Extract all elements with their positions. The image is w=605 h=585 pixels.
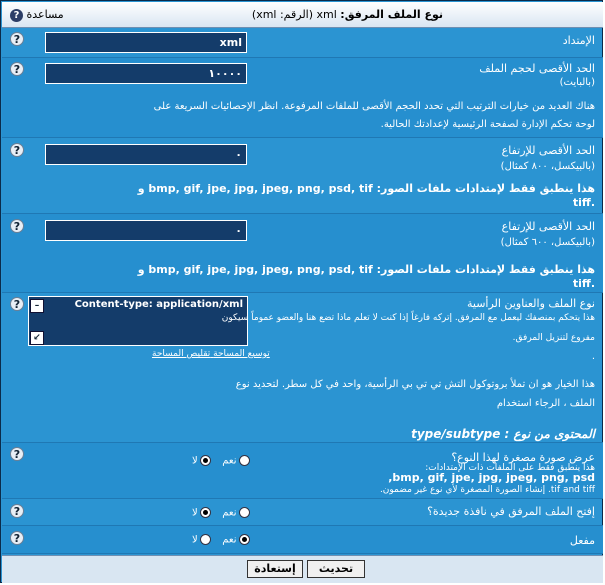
scroll-up-icon[interactable]: – [30, 299, 44, 313]
row-enabled: ? نعم لا مفعل [2, 526, 603, 554]
window-titlebar: نوع الملف المرفق: xml (الرقم: xml) مساعد… [2, 2, 603, 28]
thumbnail-yes-label: نعم [222, 455, 237, 467]
help-icon[interactable]: ? [10, 143, 24, 157]
help-icon[interactable]: ? [10, 297, 24, 311]
resize-icon[interactable]: ↙ [30, 331, 44, 345]
newwindow-no-label: لا [192, 507, 198, 519]
thumbnail-yes-radio[interactable] [238, 455, 250, 466]
thumbnail-radios: نعم لا [192, 455, 252, 467]
max-width-input[interactable]: ٠ [45, 144, 247, 165]
newwindow-yes-radio[interactable] [238, 507, 250, 518]
title-bold: نوع الملف المرفق: [340, 8, 443, 21]
max-height-desc-1: هذا ينطبق فقط لإمتدادات ملفات الصور: bmp… [137, 263, 595, 276]
row-extension: ? xml الإمتداد [2, 28, 603, 58]
enabled-no-label: لا [192, 534, 198, 546]
enabled-yes-label: نعم [222, 534, 237, 546]
max-height-label: الحد الأقصى للإرتفاع [501, 220, 595, 233]
max-width-desc-2: .tiff [572, 196, 595, 209]
extension-input[interactable]: xml [45, 32, 247, 53]
row-mime: ? Content-type: application/xml – ↙ توسي… [2, 293, 603, 443]
mime-value: Content-type: application/xml [74, 299, 243, 310]
help-link[interactable]: مساعدة ? [10, 8, 64, 22]
mime-textarea[interactable]: Content-type: application/xml – ↙ [28, 296, 248, 346]
help-icon[interactable]: ? [10, 447, 24, 461]
max-size-label: الحد الأقصى لحجم الملف [479, 62, 595, 75]
attachment-type-form: نوع الملف المرفق: xml (الرقم: xml) مساعد… [0, 0, 603, 583]
extension-label: الإمتداد [562, 34, 595, 47]
help-icon[interactable]: ? [10, 219, 24, 233]
title-rest: xml (الرقم: xml) [251, 8, 337, 21]
window-title: نوع الملف المرفق: xml (الرقم: xml) [252, 8, 443, 21]
mime-line-1: هذا يتحكم بمنصفك ليعمل مع المرفق. إتركه … [221, 313, 595, 323]
help-icon: ? [10, 8, 23, 22]
newwindow-label: إفتح الملف المرفق في نافذة جديدة؟ [427, 505, 595, 518]
mime-desc-2: الملف ، الرجاء استخدام [496, 398, 595, 409]
form-footer: تحديث إستعادة [2, 555, 603, 583]
row-max-width: ? ٠ الحد الأقصى للإرتفاع (بالبيكسل، ٨٠٠ … [2, 138, 603, 214]
newwindow-yes-label: نعم [222, 507, 237, 519]
thumbnail-no-label: لا [192, 455, 198, 467]
help-icon[interactable]: ? [10, 504, 24, 518]
row-max-size: ? ١٠٠٠٠ الحد الأقصى لحجم الملف (بالبايت)… [2, 58, 603, 138]
max-height-desc-2: .tiff [572, 277, 595, 290]
max-size-sub: (بالبايت) [559, 77, 595, 88]
mime-section-title: المحتوى من نوع : type/subtype [411, 427, 595, 441]
newwindow-no-radio[interactable] [199, 507, 211, 518]
help-label: مساعدة [26, 8, 64, 21]
mime-line-2: مفروع لتنزيل المرفق. [512, 333, 595, 343]
reset-button[interactable]: إستعادة [247, 560, 303, 578]
row-max-height: ? ٠ الحد الأقصى للإرتفاع (بالبيكسل، ٦٠٠ … [2, 214, 603, 293]
help-icon[interactable]: ? [10, 62, 24, 76]
expand-area-link[interactable]: توسيع المساحة [213, 349, 270, 359]
newwindow-radios: نعم لا [192, 507, 252, 519]
help-icon[interactable]: ? [10, 531, 24, 545]
max-height-input[interactable]: ٠ [45, 220, 247, 241]
textarea-size-links: توسيع المساحة تقليص المساحة [152, 349, 270, 359]
update-button[interactable]: تحديث [307, 560, 365, 578]
max-size-desc-2: لوحة تحكم الإدارة لصفحة الرئيسية لإعدادت… [380, 119, 595, 130]
mime-line-3: . [591, 351, 595, 362]
enabled-radios: نعم لا [192, 534, 252, 546]
max-width-label: الحد الأقصى للإرتفاع [501, 144, 595, 157]
thumbnail-desc-3: tif and tiff. إنشاء الصورة المصغرة لأي ن… [379, 485, 595, 495]
enabled-no-radio[interactable] [199, 534, 211, 545]
mime-desc-1: هذا الخيار هو ان تملأ بروتوكول التش تي ت… [235, 379, 595, 390]
enabled-label: مفعل [569, 534, 595, 547]
thumbnail-no-radio[interactable] [199, 455, 211, 466]
enabled-yes-radio[interactable] [238, 534, 250, 545]
max-height-sub: (بالبيكسل، ٦٠٠ كمثال) [500, 237, 595, 248]
row-new-window: ? نعم لا إفتح الملف المرفق في نافذة جديد… [2, 499, 603, 526]
max-size-input[interactable]: ١٠٠٠٠ [45, 63, 247, 84]
shrink-area-link[interactable]: تقليص المساحة [152, 349, 210, 359]
max-size-desc-1: هناك العديد من خيارات الترتيب التي تحدد … [153, 101, 595, 112]
row-thumbnail: ? نعم لا عرض صورة مصغرة لهذا النوع؟ هذا … [2, 443, 603, 499]
max-width-sub: (بالبيكسل، ٨٠٠ كمثال) [500, 161, 595, 172]
help-icon[interactable]: ? [10, 32, 24, 46]
max-width-desc-1: هذا ينطبق فقط لإمتدادات ملفات الصور: bmp… [137, 182, 595, 195]
